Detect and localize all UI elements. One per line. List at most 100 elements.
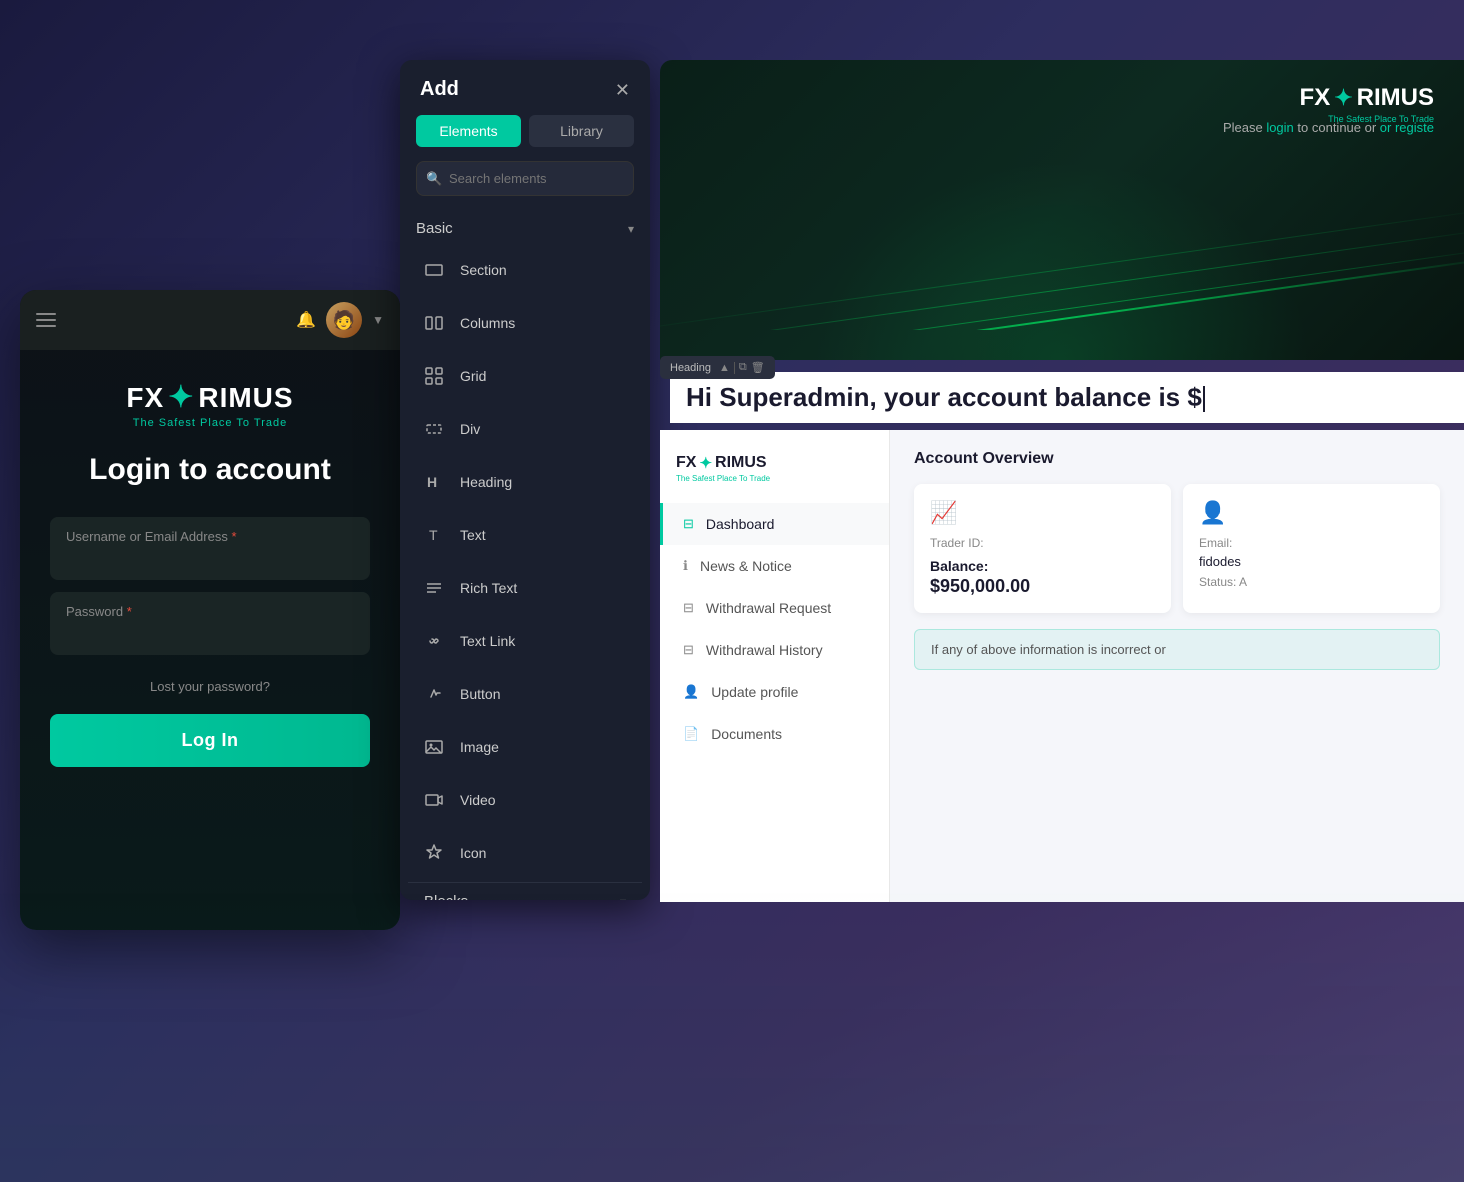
news-nav-icon: ℹ bbox=[683, 558, 688, 574]
search-inner: 🔍 bbox=[416, 161, 634, 196]
fxprimus-logo: FX✦RIMUS The Safest Place To Trade bbox=[126, 380, 293, 429]
tab-elements[interactable]: Elements bbox=[416, 115, 521, 147]
password-label: Password * bbox=[50, 592, 370, 623]
close-button[interactable]: ✕ bbox=[615, 81, 630, 99]
element-heading[interactable]: H Heading bbox=[408, 457, 642, 507]
withdrawal-request-nav-label: Withdrawal Request bbox=[706, 600, 831, 616]
elements-list: Section Columns Grid Div H Heading bbox=[400, 245, 650, 900]
tab-row: Elements Library bbox=[400, 115, 650, 161]
sidebar-item-dashboard[interactable]: ⊟ Dashboard bbox=[660, 503, 889, 545]
div-icon bbox=[420, 415, 448, 443]
bell-icon[interactable]: 🔔 bbox=[296, 310, 316, 330]
blocks-section-header[interactable]: Blocks ▾ bbox=[408, 882, 642, 900]
element-section[interactable]: Section bbox=[408, 245, 642, 295]
video-label: Video bbox=[460, 792, 496, 808]
trader-id-label: Trader ID: bbox=[930, 536, 1155, 550]
login-link[interactable]: login bbox=[1266, 120, 1293, 135]
columns-icon bbox=[420, 309, 448, 337]
blocks-section-label: Blocks bbox=[424, 893, 468, 900]
login-form: Username or Email Address * Password * L… bbox=[50, 517, 370, 767]
element-icon[interactable]: Icon bbox=[408, 828, 642, 878]
username-input[interactable] bbox=[50, 548, 370, 580]
hamburger-icon[interactable] bbox=[36, 313, 56, 327]
sidebar-item-update-profile[interactable]: 👤 Update profile bbox=[660, 671, 889, 713]
trader-card: 📈 Trader ID: Balance: $950,000.00 bbox=[914, 484, 1171, 613]
login-window: 🔔 🧑 ▼ FX✦RIMUS The Safest Place To Trade… bbox=[20, 290, 400, 930]
dashboard-header: FX✦RIMUS The Safest Place To Trade Pleas… bbox=[660, 60, 1464, 360]
dashboard-content: Account Overview 📈 Trader ID: Balance: $… bbox=[890, 430, 1464, 902]
add-panel: Add ✕ Elements Library 🔍 Basic ▾ Section… bbox=[400, 60, 650, 900]
video-icon bbox=[420, 786, 448, 814]
dash-logo-suffix: RIMUS bbox=[1357, 84, 1434, 112]
section-icon bbox=[420, 256, 448, 284]
heading-toolbar-tag: Heading bbox=[670, 362, 711, 374]
email-label: Email: bbox=[1199, 536, 1424, 550]
greeting-text: Hi Superadmin, your account balance is $ bbox=[686, 382, 1202, 412]
avatar[interactable]: 🧑 bbox=[326, 302, 362, 338]
element-button[interactable]: Button bbox=[408, 669, 642, 719]
green-line-2 bbox=[660, 226, 1464, 330]
topbar-left bbox=[36, 313, 56, 327]
heading-copy-icon[interactable]: ⧉ bbox=[739, 361, 747, 374]
sidebar-item-news[interactable]: ℹ News & Notice bbox=[660, 545, 889, 587]
email-card-icon: 👤 bbox=[1199, 500, 1424, 526]
sidebar-item-documents[interactable]: 📄 Documents bbox=[660, 713, 889, 755]
balance-value: $950,000.00 bbox=[930, 576, 1155, 597]
columns-label: Columns bbox=[460, 315, 515, 331]
basic-section-label: Basic bbox=[416, 220, 453, 237]
search-input[interactable] bbox=[416, 161, 634, 196]
password-input[interactable] bbox=[50, 623, 370, 655]
image-icon bbox=[420, 733, 448, 761]
login-prompt: Please login to continue or or registe bbox=[1223, 120, 1434, 135]
login-topbar: 🔔 🧑 ▼ bbox=[20, 290, 400, 350]
heading-delete-icon[interactable]: 🗑 bbox=[751, 361, 765, 374]
heading-label: Heading bbox=[460, 474, 512, 490]
element-grid[interactable]: Grid bbox=[408, 351, 642, 401]
heading-toolbar-controls: ▲ ⧉ 🗑 bbox=[719, 361, 765, 374]
header-glow bbox=[812, 160, 1312, 360]
heading-expand-icon[interactable]: ▲ bbox=[719, 362, 730, 374]
register-link[interactable]: or registe bbox=[1380, 120, 1434, 135]
sidebar-item-withdrawal-request[interactable]: ⊟ Withdrawal Request bbox=[660, 587, 889, 629]
element-div[interactable]: Div bbox=[408, 404, 642, 454]
cursor-bar bbox=[1203, 386, 1205, 412]
greeting-heading-area: Hi Superadmin, your account balance is $ bbox=[670, 372, 1464, 423]
basic-section-header[interactable]: Basic ▾ bbox=[400, 210, 650, 245]
topbar-right: 🔔 🧑 ▼ bbox=[296, 302, 384, 338]
element-text-link[interactable]: Text Link bbox=[408, 616, 642, 666]
sidebar-logo-wrap: FX✦RIMUS The Safest Place To Trade bbox=[660, 446, 889, 503]
username-label: Username or Email Address * bbox=[50, 517, 370, 548]
basic-chevron-icon: ▾ bbox=[628, 222, 634, 236]
image-label: Image bbox=[460, 739, 499, 755]
text-link-label: Text Link bbox=[460, 633, 515, 649]
tab-library[interactable]: Library bbox=[529, 115, 634, 147]
sidebar-logo-text: FX✦RIMUS bbox=[676, 454, 873, 472]
topbar-chevron: ▼ bbox=[372, 313, 384, 327]
logo-subtitle: The Safest Place To Trade bbox=[133, 417, 287, 429]
lost-password-link[interactable]: Lost your password? bbox=[50, 679, 370, 694]
password-field-wrapper: Password * bbox=[50, 592, 370, 655]
green-line-3 bbox=[660, 206, 1464, 330]
rich-text-icon bbox=[420, 574, 448, 602]
green-lines-decoration bbox=[660, 180, 1464, 330]
add-panel-title: Add bbox=[420, 78, 459, 101]
dashboard-nav-icon: ⊟ bbox=[683, 516, 694, 532]
grid-label: Grid bbox=[460, 368, 486, 384]
element-columns[interactable]: Columns bbox=[408, 298, 642, 348]
overview-cards: 📈 Trader ID: Balance: $950,000.00 👤 Emai… bbox=[914, 484, 1440, 613]
news-nav-label: News & Notice bbox=[700, 558, 792, 574]
button-icon bbox=[420, 680, 448, 708]
sidebar-item-withdrawal-history[interactable]: ⊟ Withdrawal History bbox=[660, 629, 889, 671]
element-image[interactable]: Image bbox=[408, 722, 642, 772]
text-link-icon bbox=[420, 627, 448, 655]
element-rich-text[interactable]: Rich Text bbox=[408, 563, 642, 613]
login-button[interactable]: Log In bbox=[50, 714, 370, 767]
account-overview-title: Account Overview bbox=[914, 450, 1440, 468]
dash-logo-prefix: FX bbox=[1300, 84, 1331, 112]
element-video[interactable]: Video bbox=[408, 775, 642, 825]
login-title: Login to account bbox=[89, 453, 331, 487]
icon-element-icon bbox=[420, 839, 448, 867]
sidebar-logo-subtitle: The Safest Place To Trade bbox=[676, 474, 873, 483]
grid-icon bbox=[420, 362, 448, 390]
element-text[interactable]: T Text bbox=[408, 510, 642, 560]
